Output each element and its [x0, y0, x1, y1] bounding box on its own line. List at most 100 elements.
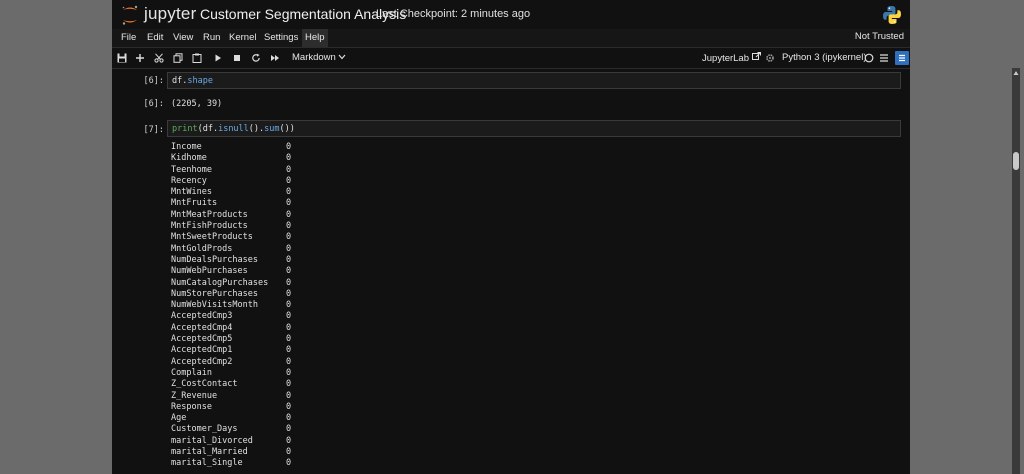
- scroll-up-icon[interactable]: [1013, 70, 1019, 76]
- trust-status[interactable]: Not Trusted: [855, 31, 904, 42]
- series-row: Complain 0: [171, 368, 306, 379]
- notebook-content: [6]: df.shape [6]: (2205, 39) [7]: print…: [112, 69, 910, 474]
- series-key: Age: [171, 413, 187, 424]
- series-key: MntGoldProds: [171, 243, 233, 254]
- code-token: sum: [264, 124, 280, 134]
- chevron-down-icon: [339, 54, 346, 60]
- series-value: 0: [286, 209, 292, 220]
- notebook-window: jupyter Customer Segmentation Analysis L…: [112, 0, 910, 474]
- series-row: Age 0: [171, 413, 306, 424]
- jupyter-logo-text: jupyter: [144, 4, 197, 23]
- series-row: Teenhome 0: [171, 165, 306, 176]
- add-cell-icon[interactable]: [133, 51, 147, 65]
- series-value: 0: [286, 300, 292, 311]
- series-key: NumStorePurchases: [171, 288, 258, 299]
- series-row: AcceptedCmp2 0: [171, 357, 306, 368]
- restart-icon[interactable]: [249, 51, 263, 65]
- series-value: 0: [286, 277, 292, 288]
- series-value: 0: [286, 447, 292, 458]
- menu-settings[interactable]: Settings: [261, 32, 301, 43]
- toc-icon[interactable]: [895, 51, 909, 65]
- series-key: NumCatalogPurchases: [171, 277, 269, 288]
- series-key: Response: [171, 401, 212, 412]
- series-row: Z_CostContact 0: [171, 379, 306, 390]
- series-key: NumDealsPurchases: [171, 254, 258, 265]
- series-row: NumStorePurchases 0: [171, 289, 306, 300]
- series-key: AcceptedCmp4: [171, 322, 233, 333]
- cell-type-select[interactable]: Markdown: [292, 52, 346, 63]
- series-value: 0: [286, 322, 292, 333]
- series-key: Kidhome: [171, 153, 207, 164]
- series-value: 0: [286, 379, 292, 390]
- series-key: marital_Married: [171, 447, 248, 458]
- menu-file[interactable]: File: [118, 32, 139, 43]
- kernel-status-icon: [862, 51, 876, 65]
- menu-run[interactable]: Run: [200, 32, 223, 43]
- input-prompt: [7]:: [143, 125, 164, 135]
- kernel-settings-icon[interactable]: [763, 51, 777, 65]
- series-key: AcceptedCmp3: [171, 311, 233, 322]
- cut-icon[interactable]: [152, 51, 166, 65]
- series-row: MntFruits 0: [171, 198, 306, 209]
- series-value: 0: [286, 164, 292, 175]
- series-key: Customer_Days: [171, 424, 238, 435]
- series-key: marital_Divorced: [171, 435, 253, 446]
- series-value: 0: [286, 187, 292, 198]
- menu-kernel[interactable]: Kernel: [226, 32, 259, 43]
- series-row: MntWines 0: [171, 187, 306, 198]
- scrollbar-track[interactable]: [1012, 68, 1020, 474]
- series-key: MntMeatProducts: [171, 209, 248, 220]
- stop-icon[interactable]: [230, 51, 244, 65]
- code-cell-input[interactable]: df.shape: [167, 72, 901, 89]
- series-value: 0: [286, 198, 292, 209]
- series-key: Recency: [171, 175, 207, 186]
- series-value: 0: [286, 367, 292, 378]
- series-row: marital_Single 0: [171, 458, 306, 469]
- cell-output: (2205, 39): [171, 99, 223, 109]
- menu-edit[interactable]: Edit: [144, 32, 166, 43]
- series-key: Complain: [171, 367, 212, 378]
- series-value: 0: [286, 401, 292, 412]
- series-row: Z_Revenue 0: [171, 391, 306, 402]
- series-row: marital_Divorced 0: [171, 436, 306, 447]
- series-key: MntFishProducts: [171, 221, 248, 232]
- series-value: 0: [286, 243, 292, 254]
- series-row: AcceptedCmp3 0: [171, 311, 306, 322]
- jupyter-logo-icon[interactable]: [120, 4, 140, 26]
- save-icon[interactable]: [115, 51, 129, 65]
- series-value: 0: [286, 153, 292, 164]
- code-token: ().: [248, 124, 265, 134]
- series-value: 0: [286, 288, 292, 299]
- input-prompt: [6]:: [143, 76, 164, 86]
- series-row: MntSweetProducts 0: [171, 232, 306, 243]
- series-key: MntWines: [171, 187, 212, 198]
- series-value: 0: [286, 175, 292, 186]
- menu-icon[interactable]: [877, 51, 891, 65]
- fast-forward-icon[interactable]: [268, 51, 282, 65]
- run-icon[interactable]: [211, 51, 225, 65]
- jupyterlab-link[interactable]: JupyterLab: [702, 52, 761, 64]
- series-value: 0: [286, 232, 292, 243]
- menu-help[interactable]: Help: [302, 29, 328, 47]
- checkpoint-status: Last Checkpoint: 2 minutes ago: [376, 8, 531, 20]
- series-value: 0: [286, 424, 292, 435]
- series-row: Income 0: [171, 142, 306, 153]
- series-row: marital_Married 0: [171, 447, 306, 458]
- output-prompt: [6]:: [143, 99, 164, 109]
- cell-type-value: Markdown: [292, 52, 336, 63]
- kernel-name[interactable]: Python 3 (ipykernel): [782, 52, 866, 63]
- scrollbar-thumb[interactable]: [1013, 152, 1019, 170]
- toolbar: Markdown JupyterLab Python 3 (ipykernel): [112, 48, 910, 69]
- paste-icon[interactable]: [190, 51, 204, 65]
- series-value: 0: [286, 413, 292, 424]
- series-key: AcceptedCmp5: [171, 334, 233, 345]
- series-row: AcceptedCmp1 0: [171, 345, 306, 356]
- series-row: Customer_Days 0: [171, 424, 306, 435]
- menubar: File Edit View Run Kernel Settings Help …: [112, 29, 910, 48]
- menu-view[interactable]: View: [170, 32, 196, 43]
- series-key: MntSweetProducts: [171, 232, 253, 243]
- copy-icon[interactable]: [171, 51, 185, 65]
- code-token: df: [172, 76, 183, 86]
- series-value: 0: [286, 142, 292, 152]
- code-cell-input[interactable]: print(df.isnull().sum()): [167, 120, 901, 137]
